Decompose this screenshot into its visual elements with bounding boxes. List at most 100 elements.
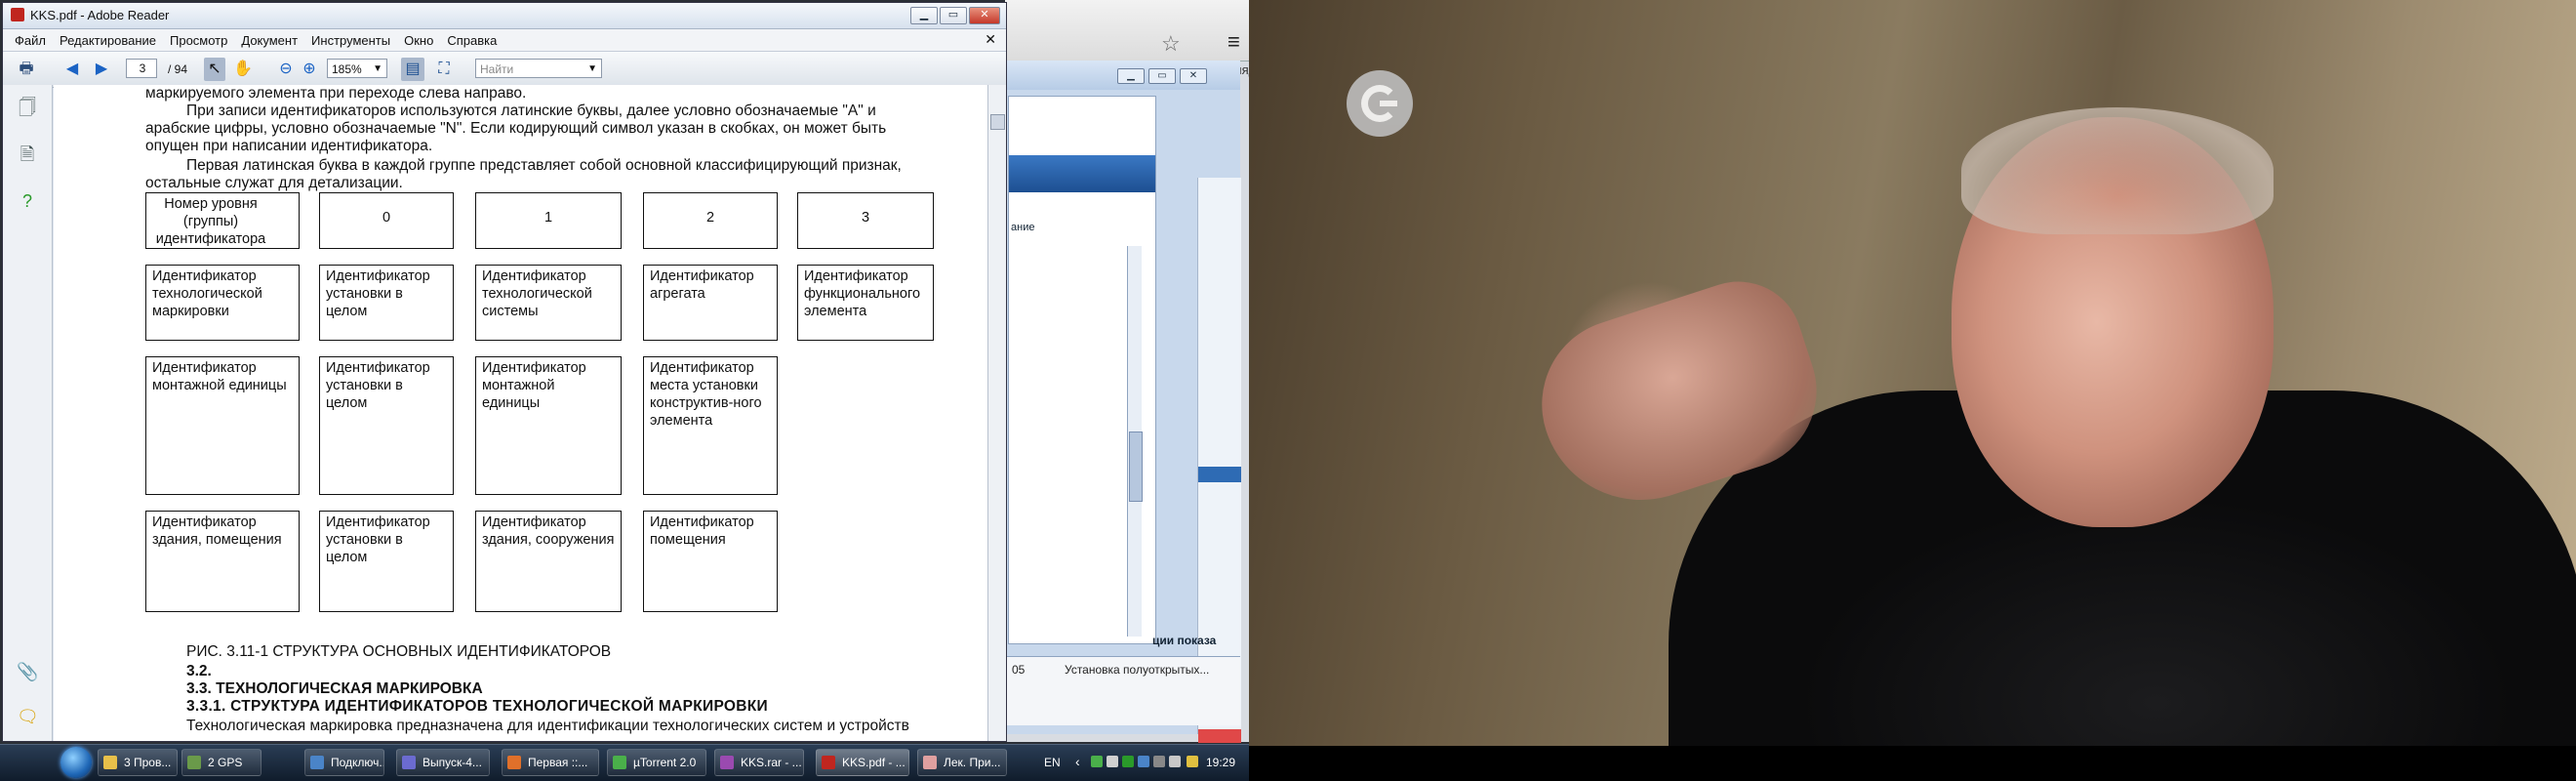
level-label-box: Номер уровня (группы) идентификатора (145, 192, 300, 249)
tray-network-icon[interactable] (1107, 756, 1118, 767)
taskbar-item[interactable]: Первая ::... (502, 749, 599, 776)
app-icon (310, 756, 324, 769)
taskbar-label: KKS.rar - ... (741, 756, 802, 769)
tray-volume-icon[interactable] (1153, 756, 1165, 767)
level-number: 3 (861, 210, 870, 226)
app-icon (103, 756, 117, 769)
document-page[interactable]: маркируемого элемента при переходе слева… (54, 85, 988, 741)
zoom-in-icon[interactable]: ⊕ (300, 58, 319, 81)
app-icon (402, 756, 416, 769)
browser-toolbar: ☆ ≡ лядки (1005, 0, 1249, 77)
menu-bar: Файл Редактирование Просмотр Документ Ин… (3, 29, 1006, 52)
taskbar-label: Подключ... (331, 756, 384, 769)
document-scrollbar[interactable] (987, 85, 1006, 741)
show-hidden-icons-icon[interactable]: ‹ (1075, 754, 1080, 769)
identifier-box: Идентификатор технологической системы (475, 265, 622, 341)
hand-tool-icon[interactable]: ✋ (231, 58, 255, 81)
language-indicator[interactable]: EN (1044, 756, 1061, 769)
taskbar-item[interactable]: µTorrent 2.0 (607, 749, 706, 776)
menu-view[interactable]: Просмотр (170, 33, 227, 48)
comments-icon[interactable]: 🗨 (17, 706, 39, 727)
tray-flag-icon[interactable] (1169, 756, 1181, 767)
text-line: маркируемого элемента при переходе слева… (145, 85, 527, 102)
previous-page-icon[interactable]: ◀ (61, 58, 83, 81)
level-number: 2 (705, 210, 715, 226)
taskbar-item[interactable]: KKS.rar - ... (714, 749, 804, 776)
minimize-button[interactable]: ▁ (910, 7, 938, 24)
zoom-out-icon[interactable]: ⊖ (276, 58, 296, 81)
search-box[interactable]: Найти ▼ (475, 59, 602, 78)
document-scroll-thumb[interactable] (990, 114, 1005, 130)
window-controls: ▁ ▭ ✕ (910, 7, 1000, 24)
menu-edit[interactable]: Редактирование (60, 33, 156, 48)
selection-band (1198, 467, 1241, 482)
app-icon (720, 756, 734, 769)
taskbar-item-active[interactable]: KKS.pdf - ... (816, 749, 909, 776)
identifier-box: Идентификатор установки в целом (319, 265, 454, 341)
maximize-button[interactable]: ▭ (940, 7, 967, 24)
taskbar-label: Выпуск-4... (423, 756, 482, 769)
pages-panel-icon[interactable]: 🗍 (17, 97, 38, 118)
level-box: 1 (475, 192, 622, 249)
app-icon (507, 756, 521, 769)
menu-window[interactable]: Окно (404, 33, 433, 48)
page-total: / 94 (167, 62, 187, 76)
bookmark-star-icon[interactable]: ☆ (1161, 31, 1181, 57)
level-number: 1 (543, 210, 553, 226)
level-box: 2 (643, 192, 778, 249)
identifier-box: Идентификатор здания, сооружения (475, 511, 622, 612)
tray-utorrent-icon[interactable] (1122, 756, 1134, 767)
identifier-box: Идентификатор здания, помещения (145, 511, 300, 612)
maximize-icon[interactable]: ▭ (1148, 68, 1176, 84)
minimize-icon[interactable]: ▁ (1117, 68, 1145, 84)
start-button[interactable] (60, 747, 92, 778)
taskbar-item[interactable]: Подключ... (304, 749, 384, 776)
taskbar-item[interactable]: 2 GPS (181, 749, 262, 776)
taskbar-item[interactable]: Выпуск-4... (396, 749, 490, 776)
tray-app-icon[interactable] (1091, 756, 1103, 767)
taskbar-item[interactable]: Лек. При... (917, 749, 1007, 776)
fit-width-icon[interactable]: ⛶ (432, 58, 456, 81)
taskbar-item[interactable]: 3 Пров... (98, 749, 178, 776)
identifier-box: Идентификатор технологической маркировки (145, 265, 300, 341)
taskbar-label: 3 Пров... (124, 756, 172, 769)
next-page-icon[interactable]: ▶ (91, 58, 112, 81)
close-button[interactable]: ✕ (969, 7, 1000, 24)
document-close-icon[interactable]: ✕ (985, 31, 996, 48)
status-text: Установка полуоткрытых... (1065, 663, 1210, 677)
fit-page-icon[interactable]: ▤ (401, 58, 424, 81)
chevron-down-icon: ▼ (373, 63, 382, 74)
help-icon[interactable]: ? (17, 190, 38, 212)
menu-file[interactable]: Файл (15, 33, 46, 48)
tray-skype-icon[interactable] (1138, 756, 1149, 767)
close-icon[interactable]: ✕ (1180, 68, 1207, 84)
clock[interactable]: 19:29 (1206, 756, 1235, 769)
subsection-heading: 3.3.1. СТРУКТУРА ИДЕНТИФИКАТОРОВ ТЕХНОЛО… (186, 698, 768, 715)
taskbar-label: Первая ::... (528, 756, 588, 769)
zoom-value: 185% (332, 62, 362, 76)
office-scrollbar[interactable] (1127, 246, 1143, 637)
office-status-area: ции показа 05 Установка полуоткрытых... (1006, 634, 1240, 725)
browser-menu-icon[interactable]: ≡ (1228, 29, 1240, 55)
reader-titlebar[interactable]: KKS.pdf - Adobe Reader ▁ ▭ ✕ (3, 3, 1006, 29)
page-number-input[interactable] (126, 59, 157, 78)
app-icon (923, 756, 937, 769)
level-box: 3 (797, 192, 934, 249)
select-tool-icon[interactable]: ↖ (204, 58, 225, 81)
zoom-select[interactable]: 185% ▼ (327, 59, 387, 78)
menu-tools[interactable]: Инструменты (311, 33, 390, 48)
paperclip-icon[interactable]: 📎 (17, 661, 38, 682)
menu-document[interactable]: Документ (241, 33, 298, 48)
search-dropdown-icon[interactable]: ▼ (587, 60, 597, 79)
text-line: При записи идентификаторов используются … (186, 103, 876, 119)
print-icon[interactable]: 🖶 (15, 58, 38, 81)
red-label-band (1198, 729, 1241, 743)
menu-help[interactable]: Справка (447, 33, 497, 48)
adobe-reader-icon (11, 8, 24, 21)
identifier-box: Идентификатор места установки конструкти… (643, 356, 778, 495)
identifier-box: Идентификатор монтажной единицы (145, 356, 300, 495)
tray-power-icon[interactable] (1187, 756, 1198, 767)
video-frame (1249, 0, 2576, 746)
attachments-panel-icon[interactable]: 🗎 (17, 144, 38, 165)
office-scroll-thumb[interactable] (1129, 432, 1143, 502)
